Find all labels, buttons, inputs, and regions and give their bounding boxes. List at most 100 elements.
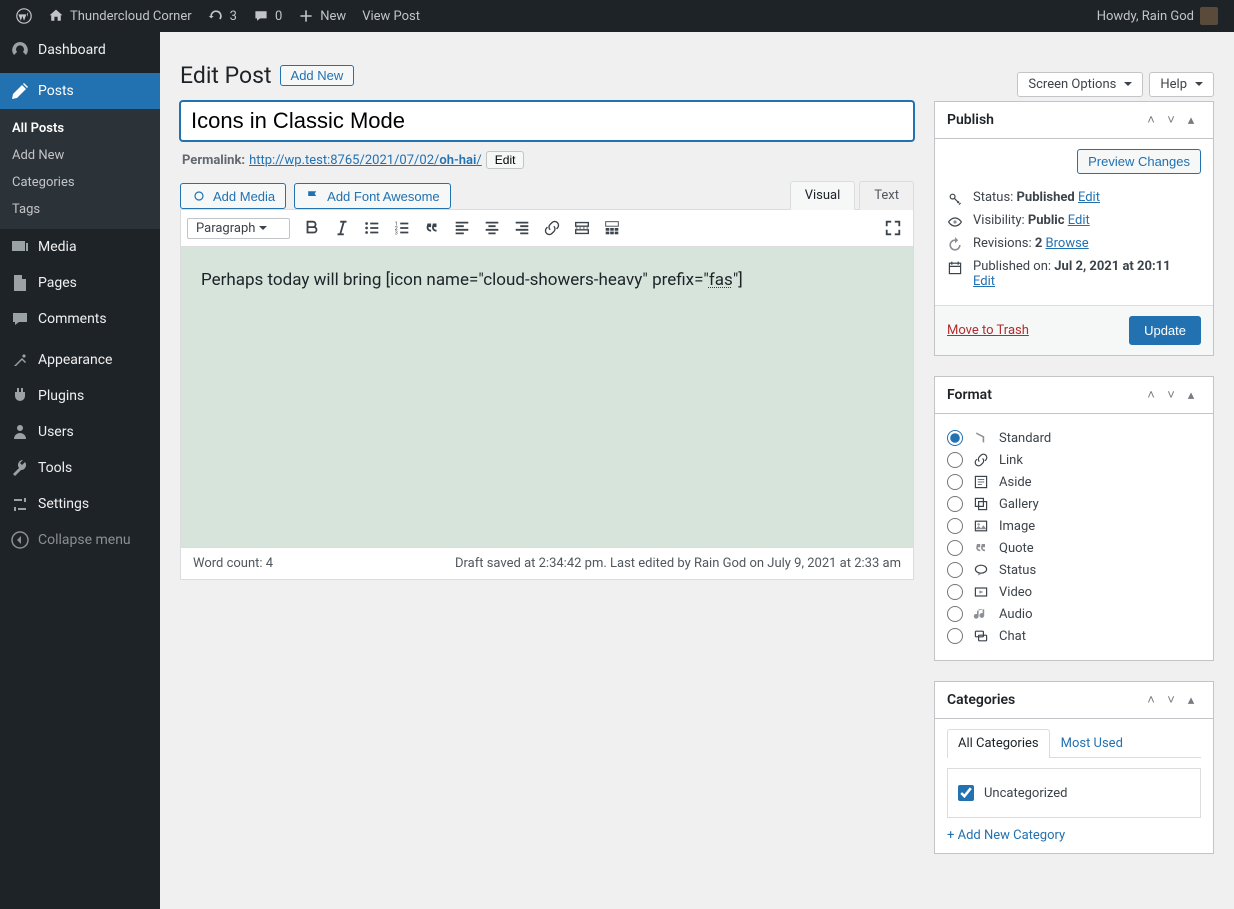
edit-status-link[interactable]: Edit <box>1078 190 1100 205</box>
bullet-list-button[interactable] <box>358 214 386 242</box>
wp-logo[interactable] <box>8 0 40 32</box>
page-title: Edit Post <box>180 62 272 89</box>
format-image[interactable]: Image <box>947 518 1201 534</box>
format-status[interactable]: Status <box>947 562 1201 578</box>
permalink-link[interactable]: http://wp.test:8765/2021/07/02/oh-hai/ <box>249 153 482 168</box>
menu-dashboard[interactable]: Dashboard <box>0 32 160 68</box>
updates[interactable]: 3 <box>200 0 245 32</box>
site-name[interactable]: Thundercloud Corner <box>40 0 200 32</box>
menu-appearance[interactable]: Appearance <box>0 342 160 378</box>
category-uncategorized[interactable]: Uncategorized <box>958 785 1190 801</box>
format-chat[interactable]: Chat <box>947 628 1201 644</box>
bold-button[interactable] <box>298 214 326 242</box>
update-button[interactable]: Update <box>1129 316 1201 345</box>
format-radio[interactable] <box>947 474 963 490</box>
add-new-button[interactable]: Add New <box>280 65 355 86</box>
preview-changes-button[interactable]: Preview Changes <box>1077 149 1201 174</box>
edit-visibility-link[interactable]: Edit <box>1068 213 1090 228</box>
toolbar-toggle-button[interactable] <box>598 214 626 242</box>
panel-toggle-icon[interactable]: ▴ <box>1181 693 1201 708</box>
cat-tab-all[interactable]: All Categories <box>947 729 1050 758</box>
format-audio[interactable]: Audio <box>947 606 1201 622</box>
submenu-add-new[interactable]: Add New <box>0 142 160 169</box>
menu-pages[interactable]: Pages <box>0 265 160 301</box>
menu-plugins[interactable]: Plugins <box>0 378 160 414</box>
link-icon <box>973 452 989 468</box>
standard-icon <box>973 430 989 446</box>
format-select[interactable]: Paragraph <box>187 218 290 239</box>
read-more-button[interactable] <box>568 214 596 242</box>
align-center-button[interactable] <box>478 214 506 242</box>
number-list-button[interactable]: 123 <box>388 214 416 242</box>
format-aside[interactable]: Aside <box>947 474 1201 490</box>
menu-tools[interactable]: Tools <box>0 450 160 486</box>
format-radio[interactable] <box>947 606 963 622</box>
admin-bar: Thundercloud Corner 3 0 New View Post Ho… <box>0 0 1234 32</box>
format-link[interactable]: Link <box>947 452 1201 468</box>
panel-down-icon[interactable]: ˅ <box>1161 112 1181 128</box>
link-button[interactable] <box>538 214 566 242</box>
editor-body[interactable]: Perhaps today will bring [icon name="clo… <box>181 247 913 547</box>
panel-down-icon[interactable]: ˅ <box>1161 692 1181 708</box>
menu-media[interactable]: Media <box>0 229 160 265</box>
visibility-icon <box>947 214 963 230</box>
format-radio[interactable] <box>947 452 963 468</box>
panel-toggle-icon[interactable]: ▴ <box>1181 388 1201 403</box>
add-media-button[interactable]: Add Media <box>180 183 286 209</box>
submenu-all-posts[interactable]: All Posts <box>0 115 160 142</box>
format-radio[interactable] <box>947 496 963 512</box>
edit-slug-button[interactable]: Edit <box>486 151 525 169</box>
screen-options-tab[interactable]: Screen Options <box>1017 72 1143 97</box>
panel-down-icon[interactable]: ˅ <box>1161 387 1181 403</box>
view-post[interactable]: View Post <box>354 0 428 32</box>
format-radio[interactable] <box>947 518 963 534</box>
format-radio[interactable] <box>947 562 963 578</box>
categories-heading: Categories <box>947 692 1141 708</box>
help-tab[interactable]: Help <box>1149 72 1214 97</box>
word-count: Word count: 4 <box>193 556 273 571</box>
italic-button[interactable] <box>328 214 356 242</box>
menu-posts[interactable]: Posts <box>0 73 160 109</box>
format-standard[interactable]: Standard <box>947 430 1201 446</box>
panel-up-icon[interactable]: ˄ <box>1141 112 1161 128</box>
panel-up-icon[interactable]: ˄ <box>1141 387 1161 403</box>
format-radio[interactable] <box>947 584 963 600</box>
video-icon <box>973 584 989 600</box>
add-new-category-link[interactable]: + Add New Category <box>947 828 1065 843</box>
align-left-button[interactable] <box>448 214 476 242</box>
edit-date-link[interactable]: Edit <box>973 274 995 289</box>
submenu-posts: All Posts Add New Categories Tags <box>0 109 160 229</box>
format-radio[interactable] <box>947 628 963 644</box>
submenu-tags[interactable]: Tags <box>0 196 160 223</box>
cat-tab-most-used[interactable]: Most Used <box>1050 729 1134 757</box>
fullscreen-button[interactable] <box>879 214 907 242</box>
editor-tab-text[interactable]: Text <box>859 181 914 210</box>
format-radio[interactable] <box>947 540 963 556</box>
comments[interactable]: 0 <box>245 0 290 32</box>
avatar <box>1200 7 1218 25</box>
format-quote[interactable]: Quote <box>947 540 1201 556</box>
menu-comments[interactable]: Comments <box>0 301 160 337</box>
panel-up-icon[interactable]: ˄ <box>1141 692 1161 708</box>
chat-icon <box>973 628 989 644</box>
editor-tab-visual[interactable]: Visual <box>790 181 856 210</box>
add-font-awesome-button[interactable]: Add Font Awesome <box>294 183 451 209</box>
browse-revisions-link[interactable]: Browse <box>1046 236 1089 251</box>
move-to-trash-link[interactable]: Move to Trash <box>947 323 1029 338</box>
menu-users[interactable]: Users <box>0 414 160 450</box>
menu-settings[interactable]: Settings <box>0 486 160 522</box>
collapse-menu[interactable]: Collapse menu <box>0 522 160 558</box>
panel-toggle-icon[interactable]: ▴ <box>1181 113 1201 128</box>
format-gallery[interactable]: Gallery <box>947 496 1201 512</box>
blockquote-button[interactable] <box>418 214 446 242</box>
post-title-input[interactable] <box>180 101 914 141</box>
align-right-button[interactable] <box>508 214 536 242</box>
format-video[interactable]: Video <box>947 584 1201 600</box>
my-account[interactable]: Howdy, Rain God <box>1089 0 1226 32</box>
audio-icon <box>973 606 989 622</box>
submenu-categories[interactable]: Categories <box>0 169 160 196</box>
category-checkbox[interactable] <box>958 785 974 801</box>
permalink-row: Permalink: http://wp.test:8765/2021/07/0… <box>182 151 912 169</box>
new-content[interactable]: New <box>290 0 354 32</box>
format-radio[interactable] <box>947 430 963 446</box>
